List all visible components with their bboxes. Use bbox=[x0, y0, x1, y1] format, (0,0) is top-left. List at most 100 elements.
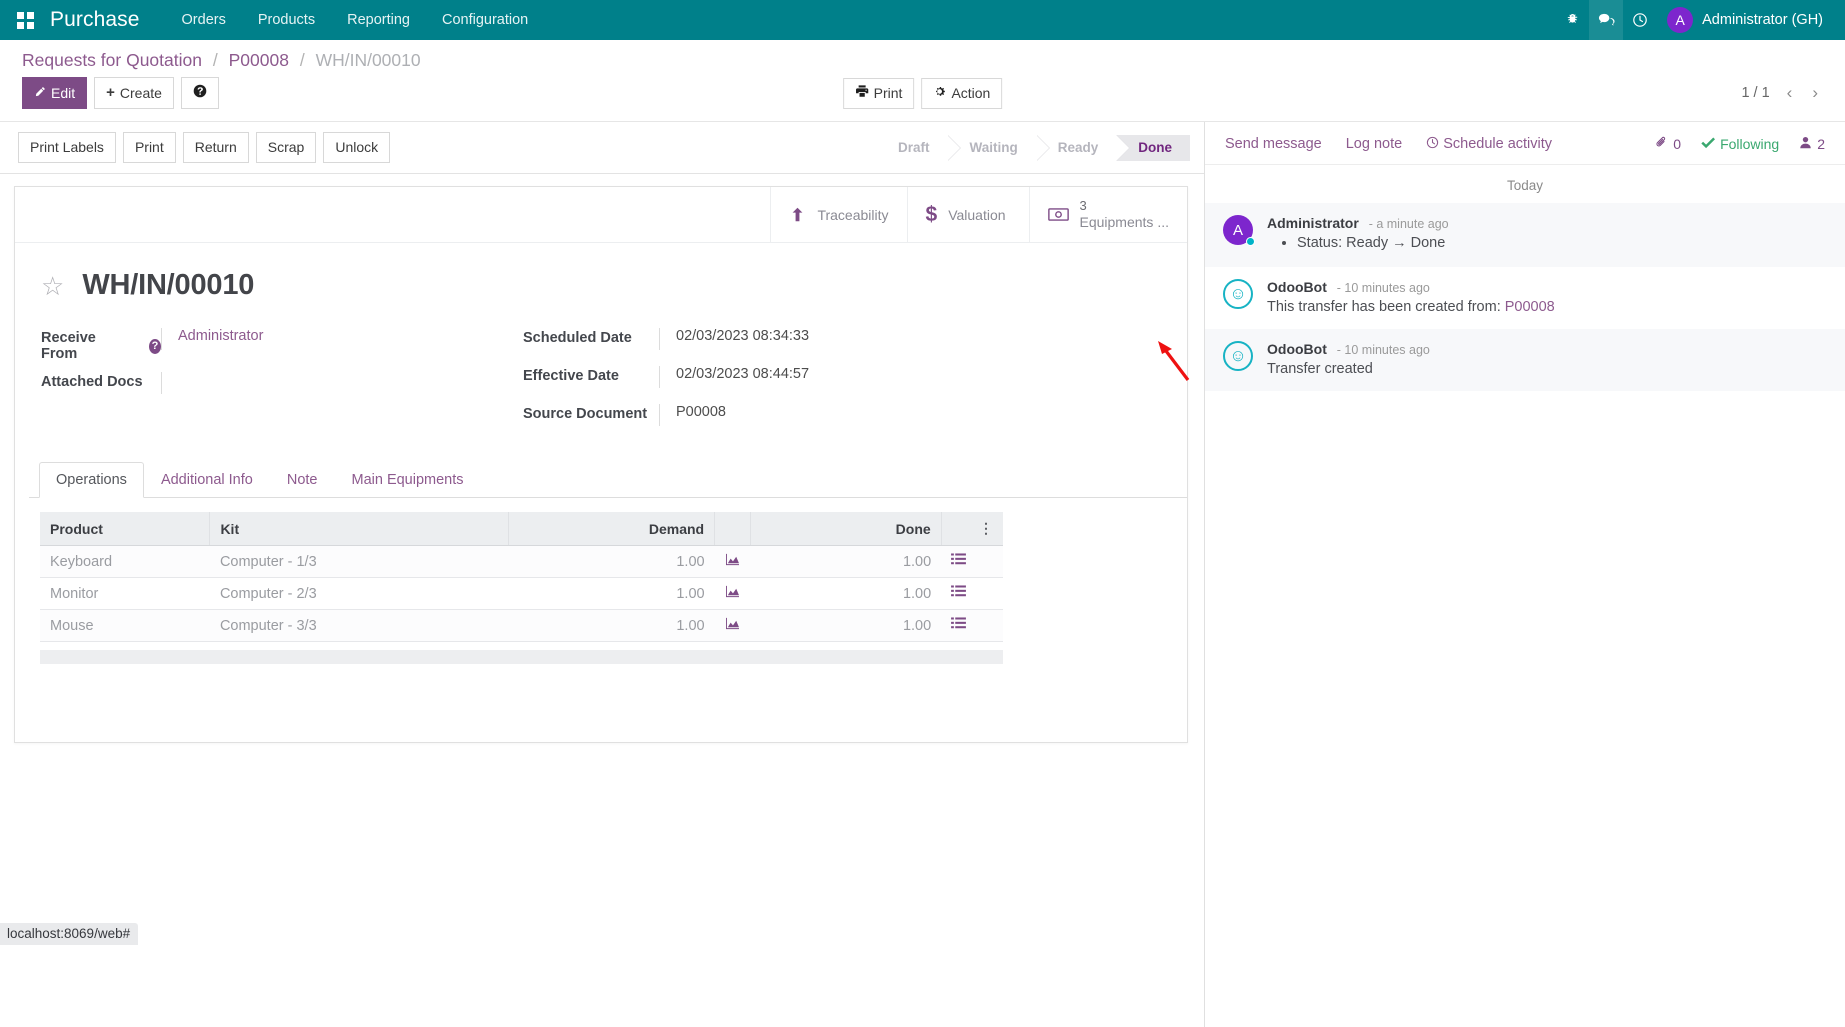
source-document-label: Source Document bbox=[523, 406, 647, 422]
table-header-row: Product Kit Demand Done ⋮ bbox=[40, 512, 1003, 546]
tab-note[interactable]: Note bbox=[270, 462, 335, 498]
pencil-icon bbox=[34, 84, 46, 103]
nav-item-configuration[interactable]: Configuration bbox=[426, 0, 544, 40]
scrap-button[interactable]: Scrap bbox=[256, 132, 317, 163]
action-dropdown-button[interactable]: Action bbox=[921, 78, 1002, 109]
vertical-dots-icon[interactable]: ⋮ bbox=[979, 520, 993, 536]
traceability-smart-button[interactable]: Traceability bbox=[770, 187, 906, 242]
record-actions: Edit + Create bbox=[22, 77, 219, 109]
message-body: Administrator - a minute ago Status: Rea… bbox=[1267, 215, 1825, 253]
notebook-tabs: Operations Additional Info Note Main Equ… bbox=[29, 462, 1187, 498]
scheduled-date-label: Scheduled Date bbox=[523, 330, 632, 346]
apps-grid-icon[interactable] bbox=[8, 12, 42, 29]
table-row[interactable]: Mouse Computer - 3/3 1.00 bbox=[40, 610, 1003, 642]
cell-done-icon[interactable] bbox=[941, 546, 1003, 578]
app-brand[interactable]: Purchase bbox=[42, 8, 166, 32]
nav-item-orders[interactable]: Orders bbox=[166, 0, 242, 40]
nav-item-products[interactable]: Products bbox=[242, 0, 331, 40]
print-button[interactable]: Print bbox=[123, 132, 176, 163]
breadcrumb-item-parent[interactable]: P00008 bbox=[229, 50, 289, 70]
breadcrumb-item-current: WH/IN/00010 bbox=[316, 50, 421, 70]
pager: 1 / 1 ‹ › bbox=[1741, 83, 1831, 103]
avatar[interactable]: ☺ bbox=[1223, 341, 1253, 371]
message-timestamp: - 10 minutes ago bbox=[1337, 281, 1430, 295]
print-dropdown-button[interactable]: Print bbox=[843, 78, 915, 109]
list-icon[interactable] bbox=[951, 617, 966, 634]
cell-done: 1.00 bbox=[751, 610, 942, 642]
message-author: Administrator bbox=[1267, 215, 1359, 231]
cell-done-icon[interactable] bbox=[941, 578, 1003, 610]
cell-demand: 1.00 bbox=[509, 610, 715, 642]
attachment-count-button[interactable]: 0 bbox=[1655, 136, 1681, 152]
print-labels-button[interactable]: Print Labels bbox=[18, 132, 116, 163]
scheduled-date-value[interactable]: 02/03/2023 08:34:33 bbox=[659, 328, 989, 350]
equipments-smart-button[interactable]: 3 Equipments ... bbox=[1029, 187, 1188, 242]
unlock-button[interactable]: Unlock bbox=[323, 132, 390, 163]
schedule-activity-button[interactable]: Schedule activity bbox=[1426, 136, 1552, 152]
form-column-left: Receive From ? Administrator Attached Do… bbox=[41, 328, 523, 442]
browser-status-bar: localhost:8069/web# bbox=[0, 923, 138, 945]
column-header-kit[interactable]: Kit bbox=[210, 512, 509, 546]
main-content: Print Labels Print Return Scrap Unlock D… bbox=[0, 122, 1845, 1027]
list-icon[interactable] bbox=[951, 585, 966, 602]
cell-demand-icon[interactable] bbox=[715, 546, 751, 578]
message-header: OdooBot - 10 minutes ago bbox=[1267, 341, 1825, 357]
area-chart-icon[interactable] bbox=[725, 617, 740, 634]
attached-docs-value[interactable] bbox=[161, 372, 491, 394]
receive-from-label: Receive From bbox=[41, 330, 117, 362]
column-header-demand[interactable]: Demand bbox=[509, 512, 715, 546]
breadcrumb-item-root[interactable]: Requests for Quotation bbox=[22, 50, 202, 70]
create-button[interactable]: + Create bbox=[94, 77, 174, 109]
log-note-button[interactable]: Log note bbox=[1346, 136, 1402, 152]
check-icon bbox=[1701, 136, 1715, 152]
help-tooltip-icon[interactable]: ? bbox=[149, 339, 161, 354]
return-button[interactable]: Return bbox=[183, 132, 249, 163]
valuation-smart-button[interactable]: $ Valuation bbox=[907, 187, 1029, 242]
avatar[interactable]: A bbox=[1223, 215, 1253, 245]
nav-item-reporting[interactable]: Reporting bbox=[331, 0, 426, 40]
status-stage-draft[interactable]: Draft bbox=[876, 135, 948, 161]
help-button[interactable] bbox=[181, 77, 219, 109]
send-message-button[interactable]: Send message bbox=[1225, 136, 1322, 152]
tab-additional-info[interactable]: Additional Info bbox=[144, 462, 270, 498]
source-document-value[interactable]: P00008 bbox=[659, 404, 989, 426]
cell-done-icon[interactable] bbox=[941, 610, 1003, 642]
tab-main-equipments[interactable]: Main Equipments bbox=[334, 462, 480, 498]
messages-icon[interactable] bbox=[1589, 0, 1623, 40]
field-source-document: Source Document P00008 bbox=[523, 404, 1043, 432]
cell-demand-icon[interactable] bbox=[715, 578, 751, 610]
print-button-label: Print bbox=[874, 84, 903, 103]
message-timestamp: - a minute ago bbox=[1369, 217, 1449, 231]
field-label: Source Document bbox=[523, 404, 659, 422]
area-chart-icon[interactable] bbox=[725, 553, 740, 570]
message-record-link[interactable]: P00008 bbox=[1505, 299, 1555, 315]
user-icon bbox=[1799, 136, 1812, 152]
receive-from-value[interactable]: Administrator bbox=[161, 328, 491, 350]
effective-date-value[interactable]: 02/03/2023 08:44:57 bbox=[659, 366, 989, 388]
activity-clock-icon[interactable] bbox=[1623, 0, 1657, 40]
table-row[interactable]: Monitor Computer - 2/3 1.00 bbox=[40, 578, 1003, 610]
bug-icon[interactable] bbox=[1555, 0, 1589, 40]
column-options-toggle[interactable]: ⋮ bbox=[941, 512, 1003, 546]
tab-operations[interactable]: Operations bbox=[39, 462, 144, 498]
area-chart-icon[interactable] bbox=[725, 585, 740, 602]
pager-next-button[interactable]: › bbox=[1809, 83, 1821, 103]
table-row[interactable]: Keyboard Computer - 1/3 1.00 bbox=[40, 546, 1003, 578]
cell-product: Mouse bbox=[40, 610, 210, 642]
breadcrumb-separator: / bbox=[300, 50, 305, 70]
smiley-icon: ☺ bbox=[1229, 284, 1246, 304]
cell-demand-icon[interactable] bbox=[715, 610, 751, 642]
dollar-icon: $ bbox=[926, 203, 938, 227]
pager-previous-button[interactable]: ‹ bbox=[1784, 83, 1796, 103]
record-title-row: ☆ WH/IN/00010 bbox=[15, 243, 1187, 306]
list-icon[interactable] bbox=[951, 553, 966, 570]
avatar[interactable]: ☺ bbox=[1223, 279, 1253, 309]
following-button[interactable]: Following bbox=[1701, 136, 1779, 152]
user-menu[interactable]: A Administrator (GH) bbox=[1657, 7, 1837, 33]
followers-button[interactable]: 2 bbox=[1799, 136, 1825, 152]
cell-done: 1.00 bbox=[751, 578, 942, 610]
column-header-product[interactable]: Product bbox=[40, 512, 210, 546]
edit-button[interactable]: Edit bbox=[22, 77, 87, 109]
favorite-star-icon[interactable]: ☆ bbox=[41, 273, 64, 299]
column-header-done[interactable]: Done bbox=[751, 512, 942, 546]
